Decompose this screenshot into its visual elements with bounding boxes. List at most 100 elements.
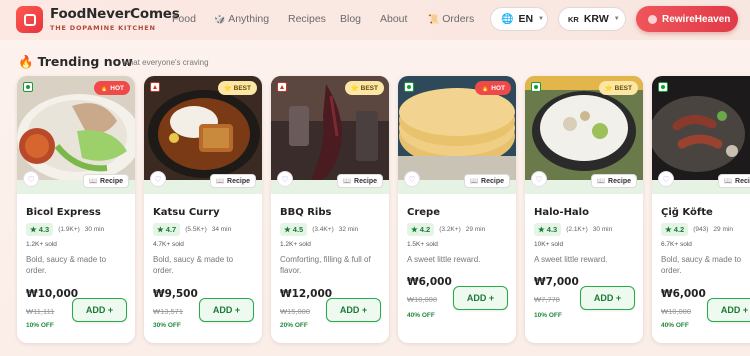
sold-count: 1.5K+ sold xyxy=(407,241,438,248)
review-count: (943) xyxy=(693,226,709,233)
nav-orders[interactable]: 📜 Orders xyxy=(428,13,474,25)
book-icon: 📖 xyxy=(342,178,352,185)
add-to-cart-button[interactable]: ADD + xyxy=(453,286,508,310)
veg-icon xyxy=(658,82,668,92)
dish-name[interactable]: BBQ Ribs xyxy=(280,207,331,218)
dice-icon: 🎲 xyxy=(214,14,226,24)
nav-blog-label: Blog xyxy=(340,13,362,25)
heart-icon[interactable]: ♡ xyxy=(23,171,39,187)
review-count: (5.5K+) xyxy=(185,226,207,233)
star-icon: ⭐ xyxy=(350,85,359,92)
dish-card[interactable]: 🔥 HOT ♡ 📖 Recipe Crepe ★ 4.2 (3.2K+) 29 mi… xyxy=(398,76,516,343)
nonveg-icon xyxy=(150,82,160,92)
nav-about[interactable]: About xyxy=(380,13,407,25)
rating-row: ★ 4.3 (2.1K+) 30 min xyxy=(534,223,612,236)
rating-row: ★ 4.2 (3.2K+) 29 min xyxy=(407,223,485,236)
sold-count: 1.2K+ sold xyxy=(26,241,57,248)
fire-icon: 🔥 xyxy=(481,85,490,92)
currency-value: KRW xyxy=(583,13,609,25)
section-title: 🔥 Trending now xyxy=(18,54,133,70)
best-badge: ⭐ BEST xyxy=(217,81,257,95)
recipe-label: Recipe xyxy=(354,177,377,185)
heart-icon[interactable]: ♡ xyxy=(658,171,674,187)
price: ₩6,000 xyxy=(661,288,706,300)
dish-description: Bold, saucy & made to order. xyxy=(26,255,107,275)
recipe-button[interactable]: 📖Recipe xyxy=(82,174,129,188)
add-to-cart-button[interactable]: ADD + xyxy=(707,298,750,322)
recipe-label: Recipe xyxy=(227,177,250,185)
best-badge: ⭐ BEST xyxy=(598,81,638,95)
recipe-label: Recipe xyxy=(481,177,504,185)
dish-card[interactable]: 🔥 HOT ♡ 📖 Recipe Bicol Express ★ 4.3 (1.9K… xyxy=(17,76,135,343)
recipe-button[interactable]: 📖Recipe xyxy=(717,174,750,188)
price: ₩9,500 xyxy=(153,288,198,300)
rating-row: ★ 4.2 (943) 29 min xyxy=(661,223,733,236)
badge-label: BEST xyxy=(614,84,632,92)
recipe-button[interactable]: 📖Recipe xyxy=(209,174,256,188)
sold-count: 1.2K+ sold xyxy=(280,241,311,248)
nav-food[interactable]: Food xyxy=(172,13,196,25)
heart-icon[interactable]: ♡ xyxy=(531,171,547,187)
dish-name[interactable]: Crepe xyxy=(407,207,440,218)
nav-anything[interactable]: 🎲 Anything xyxy=(214,13,269,25)
logo-icon[interactable] xyxy=(16,6,43,33)
nav-orders-label: Orders xyxy=(442,13,475,25)
book-icon: 📖 xyxy=(596,178,606,185)
brand-tagline: THE DOPAMINE KITCHEN xyxy=(50,24,156,32)
brand-name[interactable]: FoodNeverComes xyxy=(50,6,180,22)
rating-row: ★ 4.7 (5.5K+) 34 min xyxy=(153,223,231,236)
nav-blog[interactable]: Blog xyxy=(340,13,361,25)
section-title-text: Trending now xyxy=(37,54,133,69)
nav-recipes[interactable]: Recipes xyxy=(288,13,326,25)
dish-name[interactable]: Çiğ Köfte xyxy=(661,207,713,218)
review-count: (3.4K+) xyxy=(312,226,334,233)
dish-description: A sweet little reward. xyxy=(407,255,481,264)
currency-flag: KR xyxy=(568,14,579,24)
dish-description: Bold, saucy & made to order. xyxy=(153,255,234,275)
nav-food-label: Food xyxy=(172,13,196,25)
chevron-down-icon: ▼ xyxy=(538,16,544,22)
star-icon: ⭐ xyxy=(223,85,232,92)
recipe-button[interactable]: 📖Recipe xyxy=(463,174,510,188)
badge-label: HOT xyxy=(110,84,124,92)
language-selector[interactable]: 🌐 EN ▼ xyxy=(490,7,548,31)
dish-name[interactable]: Bicol Express xyxy=(26,207,101,218)
heart-icon[interactable]: ♡ xyxy=(150,171,166,187)
brain-icon xyxy=(648,14,657,24)
dish-card[interactable]: ⭐ BEST ♡ 📖 Recipe BBQ Ribs ★ 4.5 (3.4K+) 3… xyxy=(271,76,389,343)
rewire-heaven-button[interactable]: RewireHeaven xyxy=(636,6,738,32)
prep-time: 29 min xyxy=(713,226,733,233)
book-icon: 📖 xyxy=(88,178,98,185)
dish-name[interactable]: Katsu Curry xyxy=(153,207,220,218)
prep-time: 29 min xyxy=(465,226,486,233)
fire-icon: 🔥 xyxy=(18,54,34,69)
book-icon: 📖 xyxy=(469,178,479,185)
recipe-button[interactable]: 📖Recipe xyxy=(336,174,383,188)
hot-badge: 🔥 HOT xyxy=(94,81,130,95)
recipe-label: Recipe xyxy=(100,177,123,185)
star-icon: ⭐ xyxy=(604,85,613,92)
veg-icon xyxy=(23,82,33,92)
recipe-button[interactable]: 📖Recipe xyxy=(590,174,637,188)
original-price: ₩11,111 xyxy=(26,307,55,316)
heart-icon[interactable]: ♡ xyxy=(277,171,293,187)
add-to-cart-button[interactable]: ADD + xyxy=(580,286,635,310)
discount-label: 10% OFF xyxy=(26,322,54,329)
nav-about-label: About xyxy=(380,13,408,25)
recipe-label: Recipe xyxy=(608,177,631,185)
badge-label: BEST xyxy=(360,84,378,92)
dish-card[interactable]: ⭐ BEST ♡ 📖 Recipe Katsu Curry ★ 4.7 (5.5K+… xyxy=(144,76,262,343)
dish-card[interactable]: ♡ 📖Recipe Çiğ Köfte ★ 4.2 (943) 29 min 6… xyxy=(652,76,750,343)
top-navbar: FoodNeverComes THE DOPAMINE KITCHEN Food… xyxy=(0,0,750,40)
add-to-cart-button[interactable]: ADD + xyxy=(199,298,254,322)
dish-card[interactable]: ⭐ BEST ♡ 📖 Recipe Halo-Halo ★ 4.3 (2.1K+) … xyxy=(525,76,643,343)
currency-selector[interactable]: KR KRW ▼ xyxy=(558,7,626,31)
dish-name[interactable]: Halo-Halo xyxy=(534,207,589,218)
badge-label: BEST xyxy=(233,84,251,92)
discount-label: 10% OFF xyxy=(534,312,562,319)
heart-icon[interactable]: ♡ xyxy=(404,171,420,187)
add-to-cart-button[interactable]: ADD + xyxy=(72,298,127,322)
add-to-cart-button[interactable]: ADD + xyxy=(326,298,381,322)
best-badge: ⭐ BEST xyxy=(344,81,384,95)
original-price: ₩7,778 xyxy=(534,295,560,304)
